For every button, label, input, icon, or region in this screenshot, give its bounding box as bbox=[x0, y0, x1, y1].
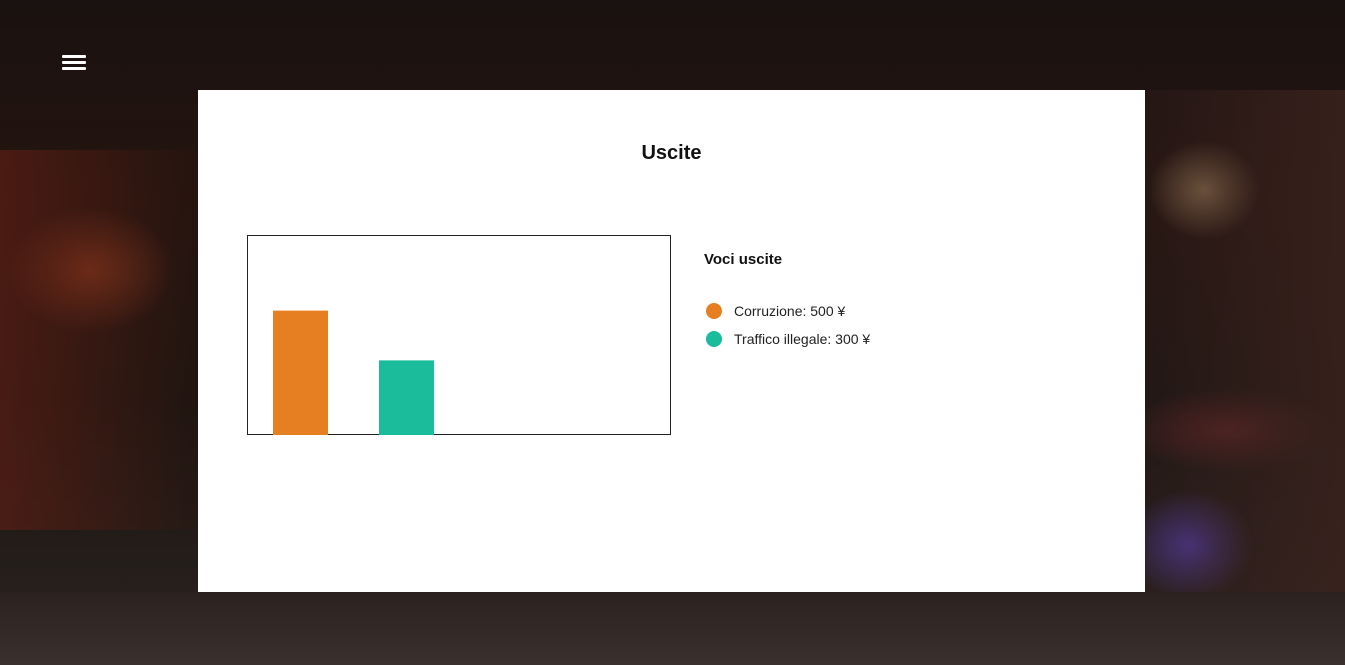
page-title: Uscite bbox=[641, 142, 702, 164]
legend-dot bbox=[706, 303, 722, 319]
menu-line bbox=[62, 61, 86, 64]
hamburger-menu-icon[interactable] bbox=[60, 52, 88, 74]
menu-line bbox=[62, 55, 86, 58]
bar-chart-svg bbox=[273, 310, 434, 435]
legend-label: Corruzione: 500 ¥ bbox=[734, 303, 846, 319]
background-right-street bbox=[1145, 90, 1345, 610]
background-left-lanterns bbox=[0, 150, 200, 530]
legend-title: Voci uscite bbox=[704, 251, 783, 268]
bar-corruzione bbox=[273, 310, 328, 435]
legend-label: Traffico illegale: 300 ¥ bbox=[734, 331, 871, 347]
bar-chart bbox=[247, 235, 671, 435]
bar-traffico-illegale bbox=[379, 360, 434, 435]
legend-item-traffico-illegale: Traffico illegale: 300 ¥ bbox=[706, 329, 870, 349]
expenses-card: Uscite Voci uscite Corruzione: 500 ¥ Tra… bbox=[198, 90, 1145, 592]
legend-dot bbox=[706, 331, 722, 347]
menu-line bbox=[62, 67, 86, 70]
legend-item-corruzione: Corruzione: 500 ¥ bbox=[706, 301, 845, 321]
background-ground bbox=[0, 592, 1345, 665]
